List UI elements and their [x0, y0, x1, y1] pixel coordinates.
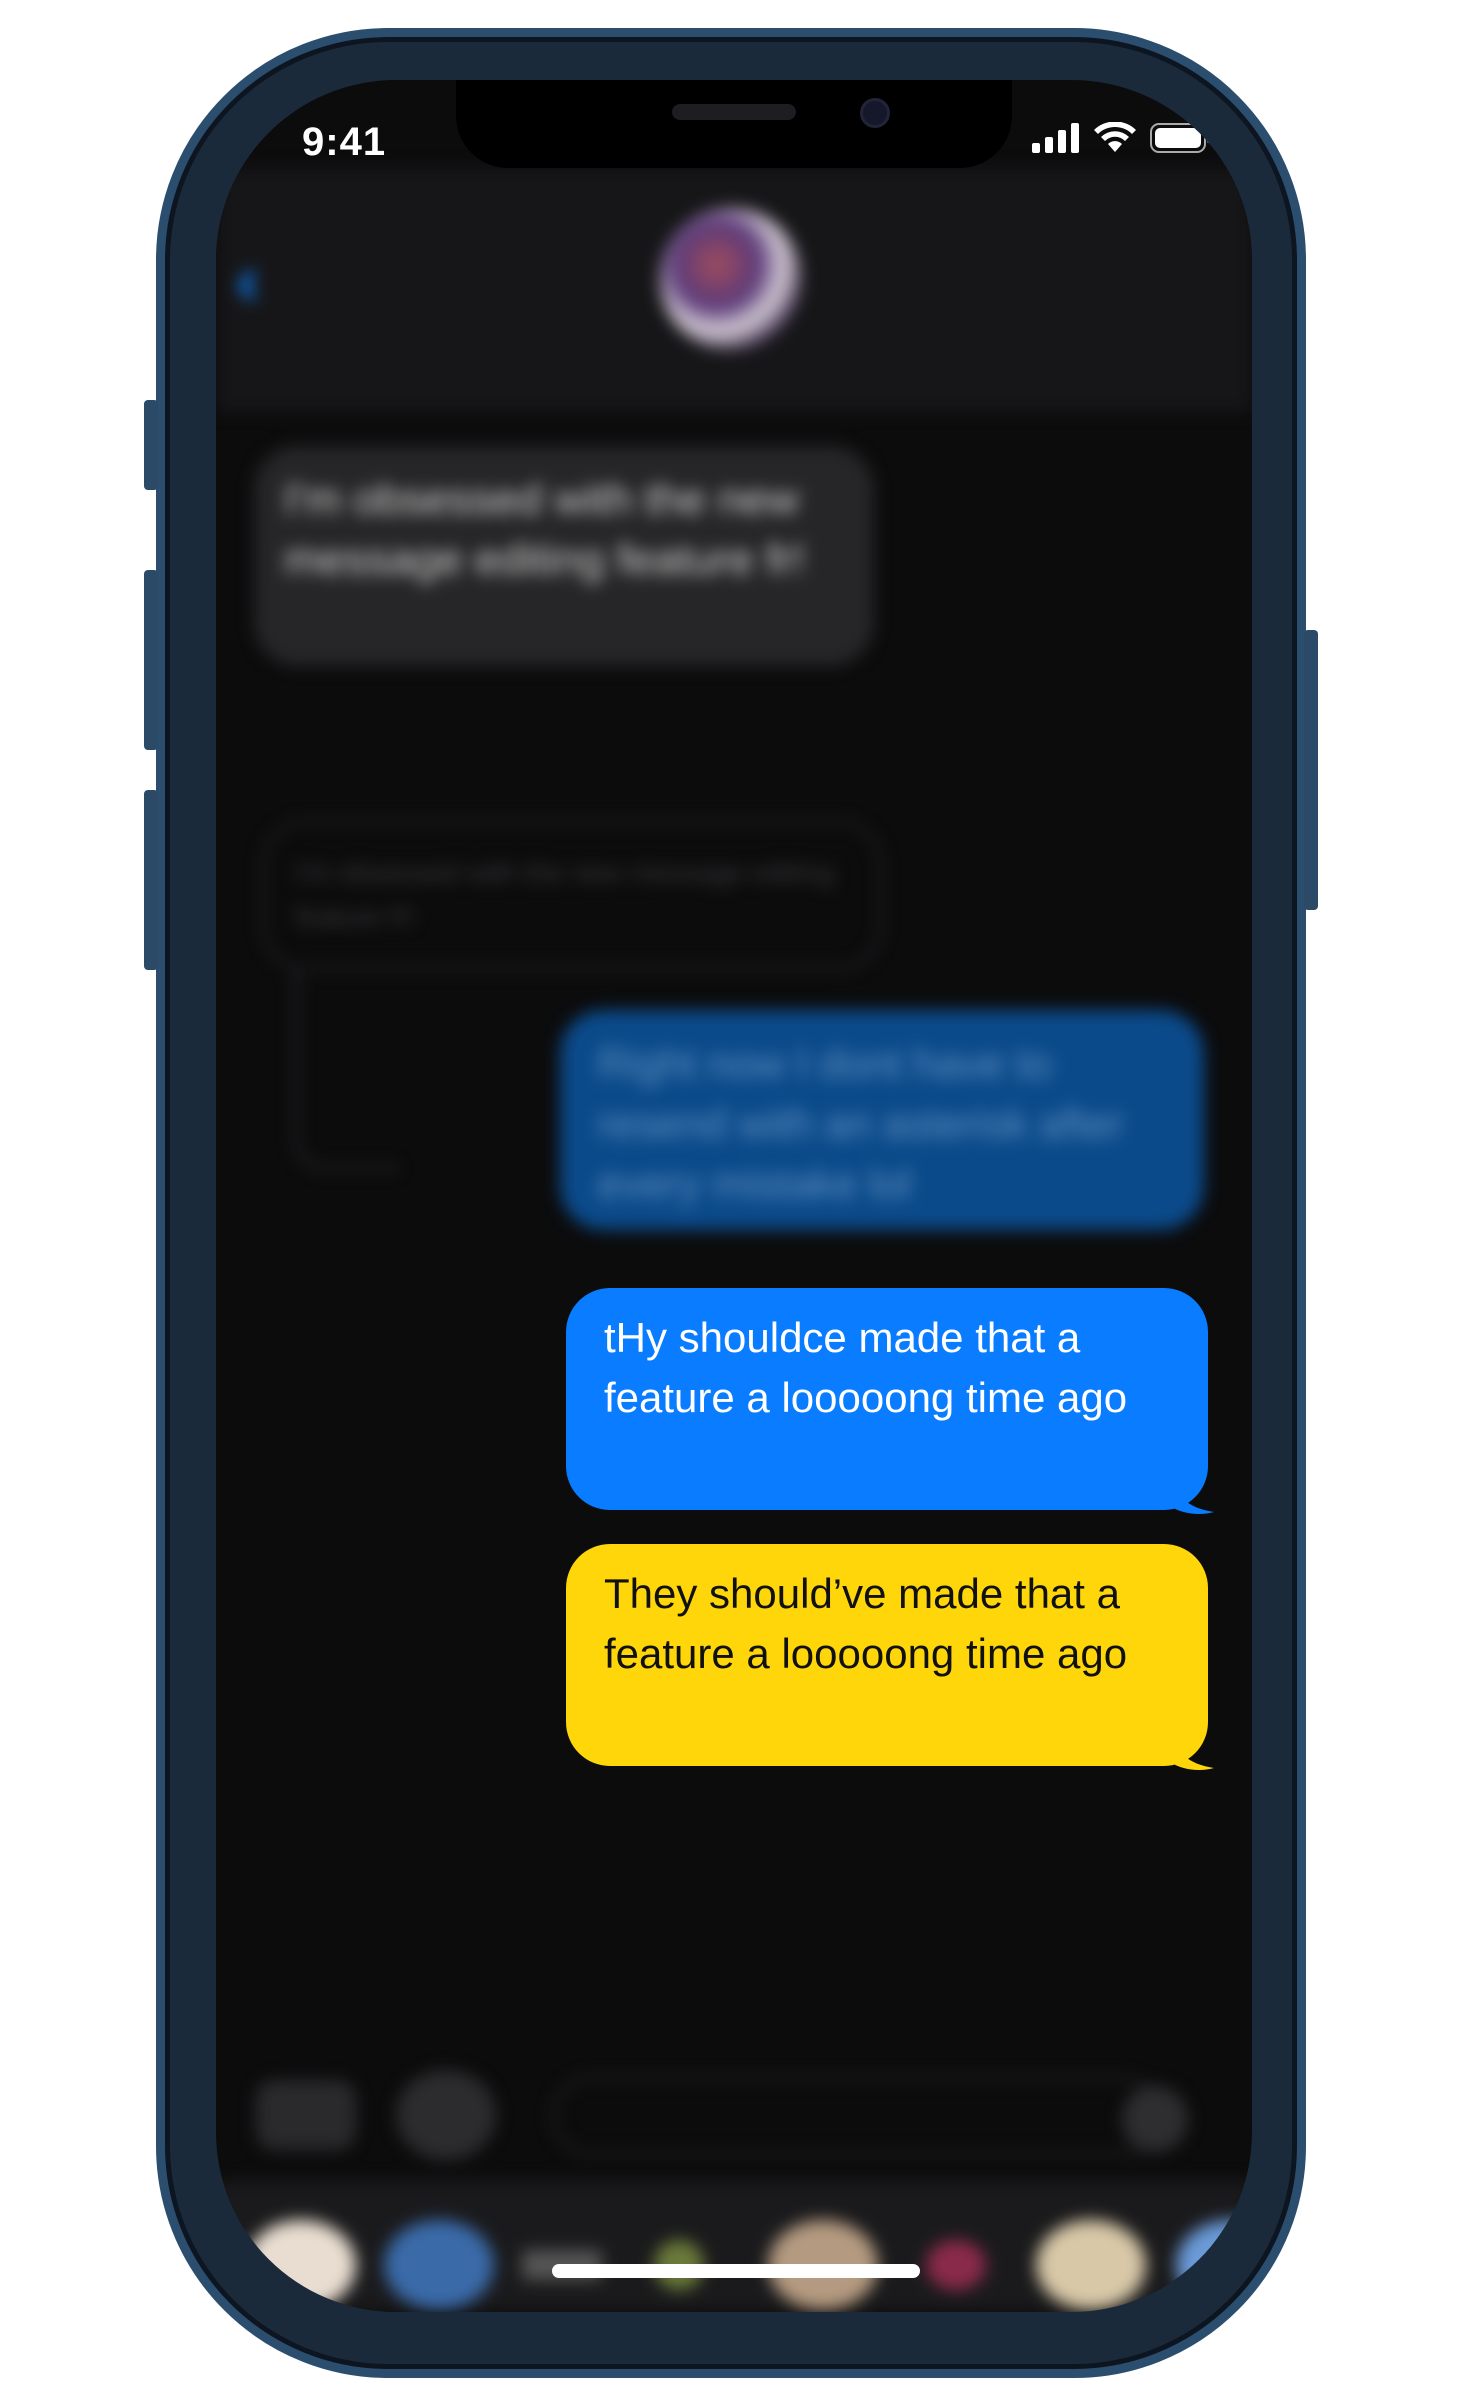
- incoming-message-bubble[interactable]: I'm obsessed with the new message editin…: [254, 446, 874, 666]
- drawer-app-memoji[interactable]: [246, 2220, 356, 2310]
- bubble-tail: [1170, 1472, 1214, 1514]
- app-store-icon[interactable]: [396, 2070, 496, 2160]
- drawer-app-digital-touch[interactable]: [926, 2240, 986, 2290]
- reply-quote-bubble: I'm obsessed with the new message editin…: [262, 820, 882, 970]
- notch: [456, 80, 1012, 168]
- power-button: [1304, 630, 1318, 910]
- wifi-icon: [1094, 122, 1136, 152]
- typo-message-bubble[interactable]: tHy shouldce made that a feature a loooo…: [566, 1288, 1208, 1510]
- silent-switch: [144, 400, 158, 490]
- status-icons: [1032, 122, 1212, 154]
- signal-icon: [1032, 123, 1079, 153]
- corrected-message-bubble[interactable]: They should’ve made that a feature a loo…: [566, 1544, 1208, 1766]
- contact-avatar[interactable]: [660, 208, 802, 350]
- battery-icon: [1150, 123, 1211, 153]
- reply-thread-line: [294, 970, 398, 1170]
- volume-down-button: [144, 790, 158, 970]
- microphone-icon[interactable]: [1122, 2086, 1188, 2152]
- bubble-tail: [1170, 1728, 1214, 1770]
- outgoing-message-bubble[interactable]: Right now I dont have to resend with an …: [560, 1010, 1204, 1230]
- volume-up-button: [144, 570, 158, 750]
- drawer-app-memoji-3[interactable]: [1036, 2220, 1146, 2310]
- front-camera: [860, 98, 890, 128]
- message-input[interactable]: [552, 2076, 1162, 2156]
- earpiece-speaker: [672, 104, 796, 120]
- camera-icon[interactable]: [256, 2080, 356, 2150]
- phone-screen: ‹ I'm obsessed with the new message edit…: [216, 80, 1252, 2312]
- back-chevron-icon[interactable]: ‹: [236, 240, 259, 320]
- drawer-app-store[interactable]: [384, 2220, 494, 2310]
- status-time: 9:41: [302, 120, 387, 164]
- home-indicator[interactable]: [552, 2264, 920, 2278]
